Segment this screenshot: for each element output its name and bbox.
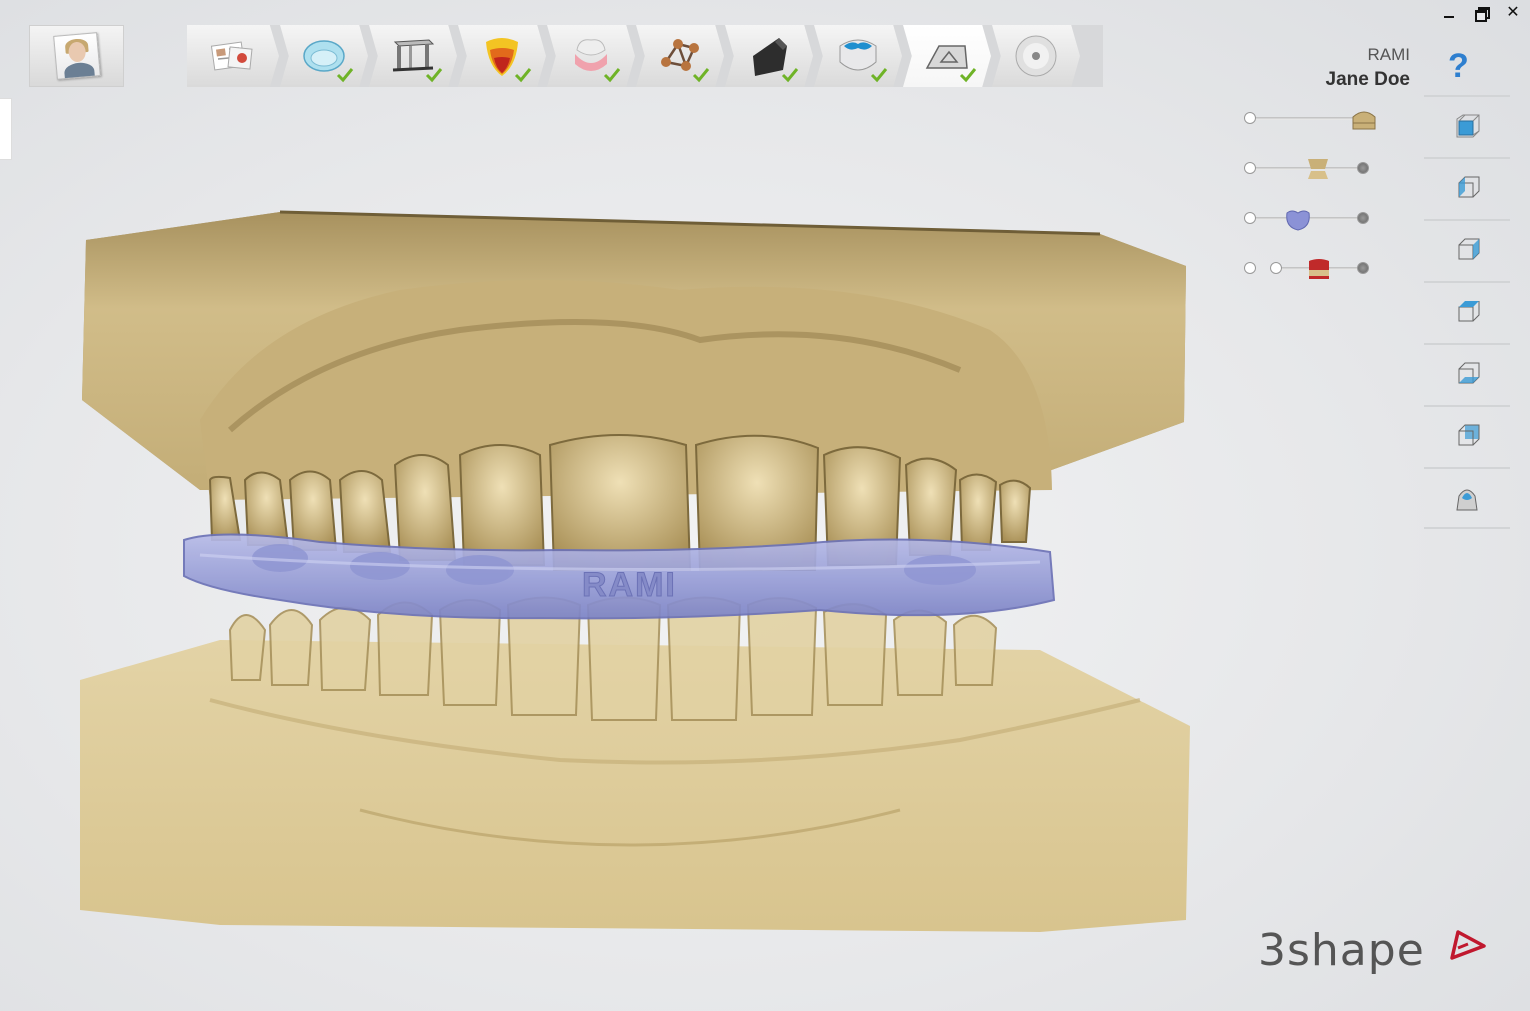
collision-toggle[interactable]	[1244, 262, 1256, 274]
tooth-view-icon	[1456, 489, 1478, 511]
step-scan[interactable]	[280, 25, 368, 87]
collision-thumb-icon[interactable]	[1306, 257, 1332, 281]
upper-model-opacity-slider[interactable]	[1243, 107, 1378, 131]
disc-icon	[1015, 35, 1057, 77]
splint-embossed-text: RAMI	[582, 566, 677, 604]
lower-model-thumb-icon[interactable]	[1305, 157, 1331, 181]
step-sculpt[interactable]	[725, 25, 813, 87]
collision-opacity-slider[interactable]	[1243, 257, 1378, 281]
brand-logo-mark-icon	[1450, 930, 1486, 960]
top-view-button[interactable]	[1424, 281, 1510, 343]
step-articulator[interactable]	[636, 25, 724, 87]
step-model-base[interactable]	[369, 25, 457, 87]
back-view-button[interactable]	[1424, 405, 1510, 467]
check-icon	[959, 68, 977, 83]
upper-model-thumb-icon[interactable]	[1351, 107, 1377, 131]
patient-photo-icon	[52, 32, 101, 80]
view-buttons	[1424, 95, 1510, 529]
step-gingiva[interactable]	[547, 25, 635, 87]
right-view-button[interactable]	[1424, 219, 1510, 281]
bottom-view-button[interactable]	[1424, 343, 1510, 405]
side-panel-tab[interactable]	[0, 98, 12, 160]
occlusal-view-button[interactable]	[1424, 467, 1510, 529]
check-icon	[603, 68, 621, 83]
check-icon	[514, 68, 532, 83]
user-name: Jane Doe	[1325, 69, 1410, 90]
splint-thumb-icon[interactable]	[1285, 207, 1311, 231]
cube-left-icon	[1458, 176, 1480, 198]
order-form-icon	[210, 41, 253, 71]
cube-right-icon	[1458, 238, 1480, 260]
step-save[interactable]	[992, 25, 1080, 87]
step-crown[interactable]	[814, 25, 902, 87]
step-die[interactable]	[458, 25, 546, 87]
cube-top-icon	[1458, 301, 1480, 322]
check-icon	[781, 68, 799, 83]
restore-icon[interactable]	[1472, 4, 1490, 22]
check-icon	[870, 68, 888, 83]
check-icon	[692, 68, 710, 83]
brand-logo: 3shape	[1258, 925, 1425, 976]
workflow-bar	[187, 25, 1103, 87]
close-icon[interactable]: ✕	[1504, 4, 1522, 22]
check-icon	[336, 68, 354, 83]
minimize-icon[interactable]	[1440, 4, 1458, 22]
user-info: RAMI Jane Doe	[1326, 45, 1410, 91]
window-controls: ✕	[1440, 4, 1522, 22]
cube-back-icon	[1458, 424, 1480, 446]
check-icon	[425, 68, 443, 83]
organization-label: RAMI	[1367, 45, 1411, 64]
left-view-button[interactable]	[1424, 157, 1510, 219]
dental-model-render: RAMI	[80, 210, 1190, 932]
cube-front-icon	[1456, 114, 1480, 138]
front-view-button[interactable]	[1424, 95, 1510, 157]
step-order-form[interactable]	[187, 25, 279, 87]
3d-viewport[interactable]: RAMI	[60, 180, 1210, 960]
cube-bottom-icon	[1458, 362, 1480, 384]
splint-opacity-slider[interactable]	[1243, 207, 1378, 231]
help-button[interactable]: ?	[1448, 47, 1469, 86]
lower-model-opacity-slider[interactable]	[1243, 157, 1378, 181]
step-plate[interactable]	[903, 25, 991, 87]
patient-button[interactable]	[29, 25, 124, 87]
